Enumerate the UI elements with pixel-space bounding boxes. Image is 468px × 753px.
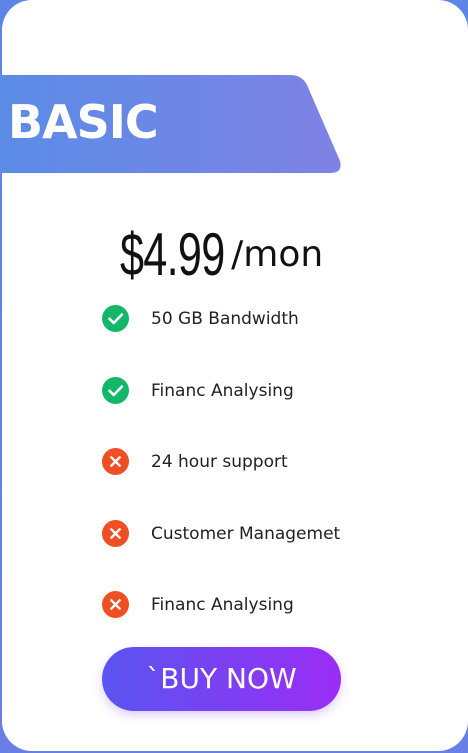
- plan-name: BASIC: [8, 95, 159, 149]
- cross-icon: [102, 591, 129, 618]
- check-icon: [102, 305, 129, 332]
- feature-label: Financ Analysing: [151, 595, 294, 615]
- feature-label: 50 GB Bandwidth: [151, 309, 299, 329]
- cross-icon: [102, 448, 129, 475]
- price-period: /mon: [231, 234, 324, 275]
- feature-item: Financ Analysing: [102, 372, 402, 444]
- cross-icon: [102, 519, 129, 547]
- feature-label: 24 hour support: [151, 452, 288, 472]
- buy-now-button[interactable]: `BUY NOW: [102, 647, 341, 711]
- price-amount: $4.99: [120, 221, 225, 288]
- feature-item: 50 GB Bandwidth: [102, 300, 402, 372]
- feature-label: Financ Analysing: [151, 380, 294, 401]
- feature-label: Customer Managemet: [151, 523, 341, 544]
- feature-item: Customer Managemet: [102, 515, 402, 587]
- feature-item: 24 hour support: [102, 443, 402, 515]
- feature-list: 50 GB Bandwidth Financ Analysing 24 hour…: [102, 300, 402, 658]
- check-icon: [102, 376, 129, 404]
- price: $4.99/mon: [120, 222, 323, 288]
